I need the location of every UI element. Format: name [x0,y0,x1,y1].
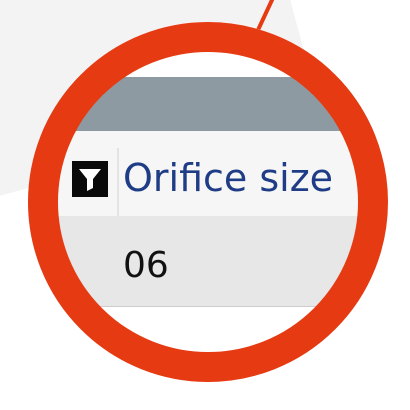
grid-title-bar [28,77,388,131]
column-header-orifice-size[interactable]: Orifice size [123,154,333,202]
grid-empty-area [28,307,388,382]
filter-icon [79,169,101,191]
table-row[interactable] [28,216,388,307]
column-filter-button[interactable] [72,161,108,197]
data-grid: Orifice size 06 [28,22,388,382]
column-divider[interactable] [117,148,119,216]
zoom-callout-stage: Orifice size 06 [0,0,410,410]
magnified-grid-view: Orifice size 06 [28,22,388,382]
cell-orifice-size[interactable]: 06 [123,244,169,288]
